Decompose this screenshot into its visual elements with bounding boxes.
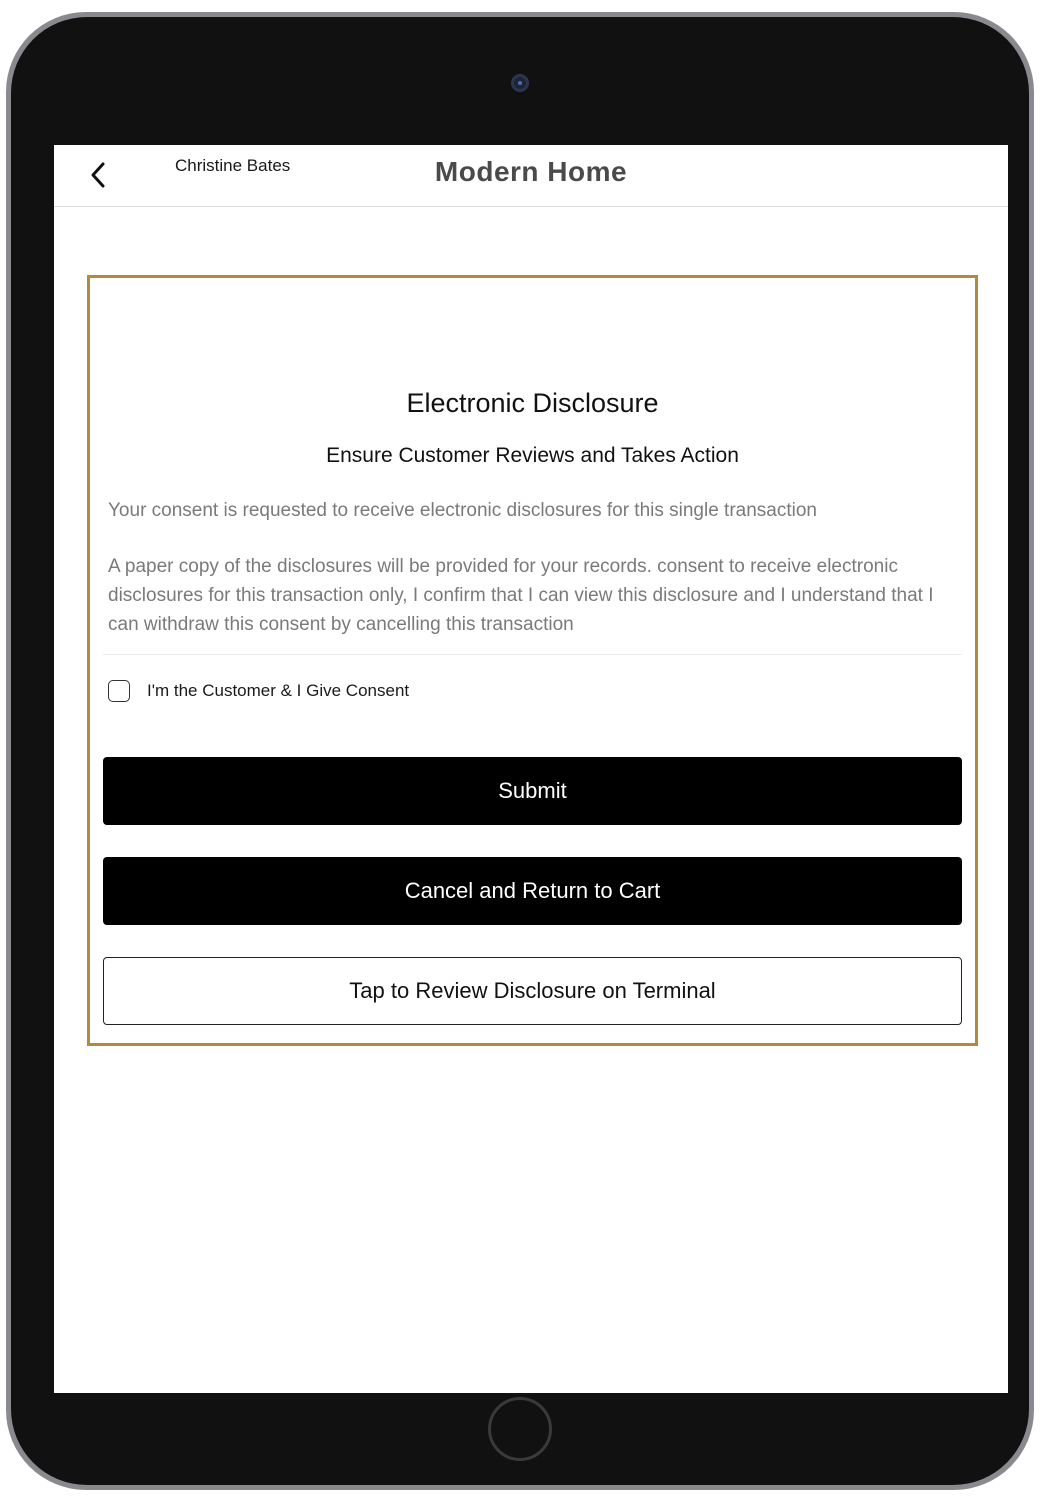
camera-icon: [511, 74, 529, 92]
consent-row[interactable]: I'm the Customer & I Give Consent: [108, 678, 409, 704]
disclosure-panel: Electronic Disclosure Ensure Customer Re…: [87, 275, 978, 1046]
store-title: Modern Home: [434, 156, 628, 187]
home-button[interactable]: [488, 1397, 552, 1461]
consent-request-text: Your consent is requested to receive ele…: [108, 500, 818, 521]
disclosure-subtitle: Ensure Customer Reviews and Takes Action: [326, 444, 739, 467]
review-disclosure-button[interactable]: Tap to Review Disclosure on Terminal: [103, 957, 962, 1025]
top-bar: Christine Bates Modern Home: [54, 145, 1008, 207]
tablet-bezel: Christine Bates Modern Home Electronic D…: [11, 17, 1029, 1485]
app-screen: Christine Bates Modern Home Electronic D…: [54, 145, 1008, 1393]
submit-button[interactable]: Submit: [103, 757, 962, 825]
cancel-return-to-cart-button[interactable]: Cancel and Return to Cart: [103, 857, 962, 925]
consent-checkbox-label[interactable]: I'm the Customer & I Give Consent: [147, 681, 409, 701]
disclosure-title: Electronic Disclosure: [406, 388, 659, 418]
paper-copy-text: A paper copy of the disclosures will be …: [108, 556, 934, 635]
consent-checkbox[interactable]: [108, 680, 130, 702]
divider: [103, 654, 962, 655]
tablet-frame: Christine Bates Modern Home Electronic D…: [6, 12, 1034, 1490]
